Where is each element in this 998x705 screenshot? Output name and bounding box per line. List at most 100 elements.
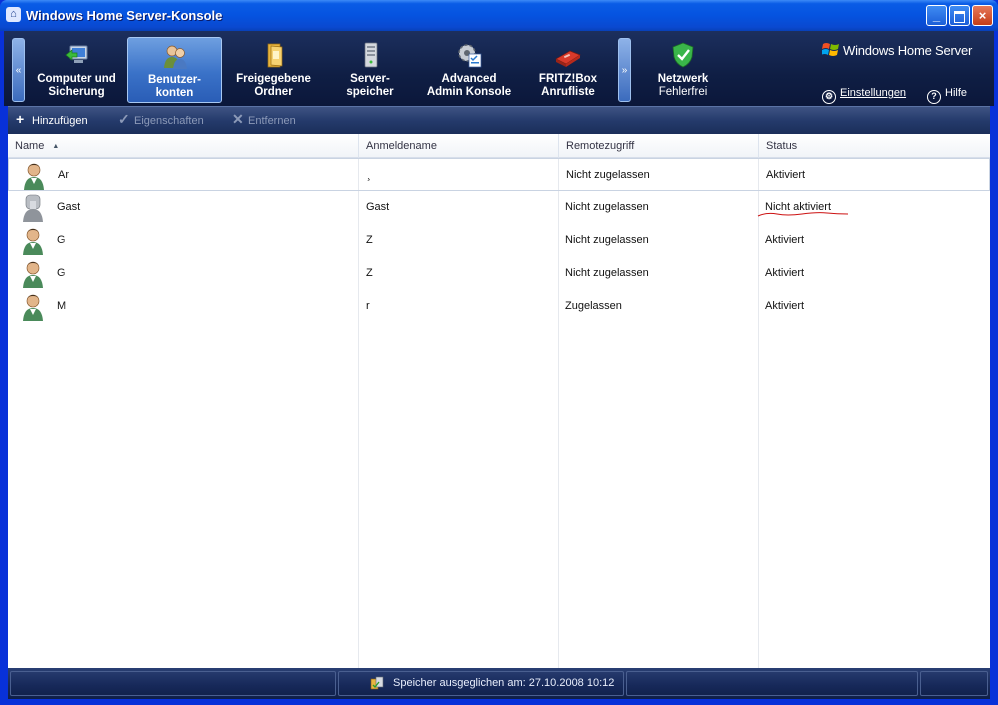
tab-label: FRITZ!Box Anrufliste [522,73,614,99]
status-segment [626,671,918,696]
user-login: Gast [366,201,390,213]
home-server-icon: ⌂ [6,7,21,22]
maximize-icon [954,11,965,23]
settings-label: Einstellungen [840,87,907,99]
network-label: Netzwerk Fehlerfrei [640,73,726,99]
tab-label-text: Benutzer-konten [147,74,202,99]
tab-serverspeicher[interactable]: Server-speicher [324,37,416,103]
tab-benutzerkonten[interactable]: Benutzer-konten [127,37,222,103]
network-title: Netzwerk [657,73,709,85]
user-name: G [57,234,66,246]
table-row[interactable]: G Z Nicht zugelassen Aktiviert [8,224,990,257]
user-name: Ar [58,169,69,181]
tab-label: Benutzer-konten [128,74,221,100]
tab-label-text: Freigegebene Ordner [236,73,311,98]
tab-label: Computer und Sicherung [28,73,125,99]
user-icon [23,261,43,288]
network-status-text: Fehlerfrei [658,86,708,98]
server-storage-icon [364,42,378,68]
user-status: Nicht aktiviert [757,191,849,224]
plus-icon: + [16,111,25,127]
checkmark-pencil-icon: ✓ [118,111,130,127]
admin-console-icon [458,44,482,68]
redaction-mark [70,301,138,314]
tab-advanced-admin-konsole[interactable]: Advanced Admin Konsole [419,37,519,103]
shield-check-icon [672,42,694,68]
brand-text: Windows Home Server [843,43,973,58]
guest-user-icon [23,194,43,222]
tab-label-text: FRITZ!Box Anrufliste [538,73,598,98]
x-icon: ✕ [232,111,244,127]
status-segment [920,671,988,696]
user-status: Aktiviert [765,300,805,312]
user-status: Aktiviert [765,234,805,246]
column-header-name[interactable]: Name ▲ [8,134,359,158]
window-frame-bottom [0,699,998,705]
tab-label-text: Server-speicher [346,73,394,98]
user-remote-access: Nicht zugelassen [565,234,649,246]
tab-computer-und-sicherung[interactable]: Computer und Sicherung [28,37,125,103]
user-login: Z [366,234,373,246]
close-button[interactable]: × [972,5,993,26]
red-annotation-underline [757,212,849,217]
navigation-header: « Computer und Sicherung Benutzer-konten [4,31,994,106]
help-label: Hilfe [945,87,968,99]
column-header-name-label: Name [15,140,45,152]
help-icon: ? [927,90,941,104]
redaction-mark [73,170,133,183]
add-button[interactable]: + Hinzufügen [16,111,88,127]
remove-button[interactable]: ✕ Entfernen [232,111,296,127]
tab-label: Freigegebene Ordner [226,73,321,99]
window-title: Windows Home Server-Konsole [26,8,223,23]
table-row[interactable]: Gast Gast Nicht zugelassen Nicht aktivie… [8,191,990,224]
user-icon [24,163,44,190]
windows-home-server-logo: Windows Home Server [822,42,972,58]
nav-scroll-left-button[interactable]: « [12,38,25,102]
user-name: M [57,300,67,312]
help-link[interactable]: ? Hilfe [927,87,967,104]
tab-fritzbox-anrufliste[interactable]: FRITZ!Box Anrufliste [522,37,614,103]
add-label: Hinzufügen [32,115,88,127]
redaction-mark [68,235,128,248]
gear-icon: ⚙ [822,90,836,104]
title-bar[interactable]: ⌂ Windows Home Server-Konsole _ × [0,0,998,31]
minimize-button[interactable]: _ [926,5,947,26]
tab-label: Server-speicher [324,73,416,99]
user-remote-access: Zugelassen [565,300,622,312]
user-accounts-list: Name ▲ Anmeldename Remotezugriff Status … [8,134,990,668]
tab-freigegebene-ordner[interactable]: Freigegebene Ordner [226,37,321,103]
tab-label-text: Advanced Admin Konsole [426,73,512,98]
user-status: Aktiviert [766,169,806,181]
windows-flag-icon [822,43,839,56]
status-text: Speicher ausgeglichen am: 27.10.2008 10:… [393,677,615,689]
user-icon [23,294,43,321]
settings-link[interactable]: ⚙ Einstellungen [822,87,906,104]
storage-balanced-icon [370,676,384,690]
maximize-button[interactable] [949,5,970,26]
tab-label-text: Computer und Sicherung [37,73,116,98]
table-row[interactable]: M r Zugelassen Aktiviert [8,290,990,323]
column-header-status[interactable]: Status [759,134,990,158]
fritzbox-icon [555,50,581,67]
redaction-mark [68,268,136,281]
properties-label: Eigenschaften [134,115,204,127]
user-name: Gast [57,201,81,213]
shared-folder-icon [267,43,282,68]
status-bar: Speicher ausgeglichen am: 27.10.2008 10:… [8,668,990,699]
user-remote-access: Nicht zugelassen [565,201,649,213]
table-row[interactable]: Ar ¸ Nicht zugelassen Aktiviert [8,158,990,191]
user-icon [23,228,43,255]
status-segment [10,671,336,696]
user-remote-access: Nicht zugelassen [565,267,649,279]
tab-label: Advanced Admin Konsole [419,73,519,99]
console-window: ⌂ Windows Home Server-Konsole _ × « Comp… [0,0,998,705]
user-login: ¸ [367,169,371,181]
nav-scroll-right-button[interactable]: » [618,38,631,102]
column-header-anmeldename[interactable]: Anmeldename [359,134,559,158]
network-status[interactable]: Netzwerk Fehlerfrei [640,37,726,103]
computer-backup-icon [64,45,87,63]
table-row[interactable]: G Z Nicht zugelassen Aktiviert [8,257,990,290]
action-toolbar: + Hinzufügen ✓ Eigenschaften ✕ Entfernen [8,106,990,135]
column-header-remotezugriff[interactable]: Remotezugriff [559,134,759,158]
properties-button[interactable]: ✓ Eigenschaften [118,111,204,127]
